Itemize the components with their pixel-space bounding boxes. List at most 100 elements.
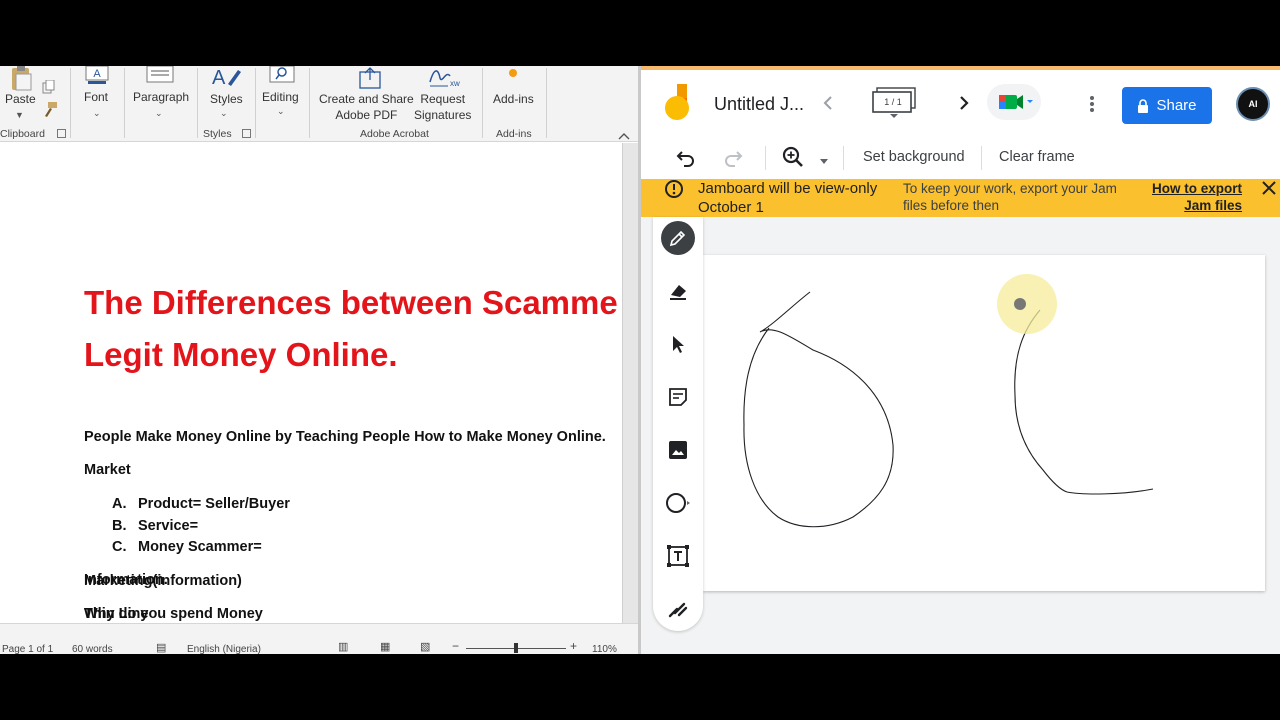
share-label: Share [1156,97,1197,114]
chevron-down-icon[interactable]: ▼ [15,110,24,120]
previous-frame-icon[interactable] [821,94,835,112]
language[interactable]: English (Nigeria) [187,644,261,654]
document-page[interactable]: The Differences between Scamme Legit Mon… [0,143,622,623]
next-frame-icon[interactable] [957,94,971,112]
format-painter-icon[interactable] [42,102,58,118]
word-window: Paste ▼ Clipboard A Font ⌄ Paragraph ⌄ A… [0,66,638,654]
list-item: A. Product= Seller/Buyer [112,496,290,512]
divider [546,68,547,138]
chevron-down-icon[interactable]: ⌄ [93,108,101,119]
create-pdf-icon[interactable] [356,66,384,90]
google-meet-button[interactable] [987,84,1041,120]
eraser-tool[interactable] [661,274,695,308]
doc-paragraph: Market [84,462,131,478]
divider [482,68,483,138]
addins-button[interactable]: Add-ins [493,92,534,106]
share-button[interactable]: Share [1122,87,1212,124]
google-meet-icon [999,95,1033,109]
editing-icon[interactable] [268,66,296,86]
screen: Paste ▼ Clipboard A Font ⌄ Paragraph ⌄ A… [0,0,1280,720]
select-tool[interactable] [661,327,695,361]
chevron-down-icon[interactable]: ⌄ [220,108,228,119]
document-scrollbar[interactable] [622,143,638,623]
drawn-stroke [743,291,894,528]
avatar[interactable]: AI [1236,87,1270,121]
text-box-icon [667,545,689,567]
copy-icon[interactable] [42,79,56,94]
redo-icon[interactable] [723,147,743,167]
shape-tool[interactable] [661,486,695,520]
image-icon [669,441,687,459]
create-share-label-1: Create and Share [319,92,414,106]
paragraph-icon[interactable] [146,66,174,86]
undo-icon[interactable] [676,147,696,167]
sticky-note-tool[interactable] [661,380,695,414]
zoom-level[interactable]: 110% [592,644,617,654]
list-item-text: Money Scammer= [138,539,262,555]
pen-tool[interactable] [661,221,695,255]
svg-text:A: A [212,67,226,88]
how-to-export-link[interactable]: How to export Jam files [1141,180,1242,214]
banner-headline: Jamboard will be view-only October 1 [698,180,878,216]
styles-icon[interactable]: A [210,66,242,89]
zoom-dropdown-icon[interactable] [819,153,829,164]
list-marker: B. [112,518,127,534]
laser-tool[interactable] [661,592,695,626]
whiteboard-frame[interactable] [703,255,1265,591]
request-label-1: Request [420,92,466,106]
laser-icon [668,602,688,618]
doc-title-line-1: The Differences between Scamme [84,284,618,321]
paragraph-button[interactable]: Paragraph [133,90,189,104]
spelling-icon[interactable]: ▤ [156,641,166,654]
tool-rail [653,217,703,631]
zoom-slider-thumb[interactable] [514,643,518,653]
clipboard-group-label: Clipboard [0,128,45,140]
more-options-icon[interactable] [1088,94,1096,114]
drawn-stroke [1014,309,1154,495]
read-mode-icon[interactable]: ▥ [338,640,348,653]
doc-title-line-2: Legit Money Online. [84,336,398,373]
close-icon[interactable] [1261,180,1277,196]
set-background-button[interactable]: Set background [863,149,965,165]
frame-bar-button[interactable]: 1 / 1 [871,86,919,118]
zoom-icon[interactable] [782,146,804,168]
chevron-down-icon[interactable]: ⌄ [277,106,285,117]
clear-frame-button[interactable]: Clear frame [999,149,1075,165]
deprecation-banner: Jamboard will be view-only October 1 To … [641,179,1280,217]
signature-icon[interactable]: xw [428,66,462,88]
drawing-canvas[interactable] [703,255,1265,591]
image-tool[interactable] [661,433,695,467]
jam-title[interactable]: Untitled J... [714,94,804,115]
print-layout-icon[interactable]: ▦ [380,640,390,653]
text-box-tool[interactable] [661,539,695,573]
page-count[interactable]: Page 1 of 1 [2,644,53,654]
zoom-out-icon[interactable]: − [452,639,459,653]
chevron-down-icon[interactable]: ⌄ [155,108,163,119]
word-ribbon: Paste ▼ Clipboard A Font ⌄ Paragraph ⌄ A… [0,66,638,142]
request-signatures-button[interactable]: Request Signatures [414,91,471,123]
list-item: B. Service= [112,518,198,534]
addins-icon[interactable] [508,66,518,77]
doc-paragraph: People Make Money Online by Teaching Peo… [84,429,606,445]
collapse-ribbon-icon[interactable] [617,128,631,140]
dialog-launcher-icon[interactable] [242,129,251,138]
web-layout-icon[interactable]: ▧ [420,640,430,653]
editing-button[interactable]: Editing [262,90,299,104]
styles-button[interactable]: Styles [210,92,243,106]
jam-header: Untitled J... 1 / 1 Share AI [641,70,1280,136]
create-share-pdf-button[interactable]: Create and Share Adobe PDF [319,91,414,123]
jamboard-logo-icon[interactable] [663,84,693,122]
word-count[interactable]: 60 words [72,644,113,654]
font-icon[interactable]: A [84,66,110,86]
divider [124,68,125,138]
cursor-arrow-icon [673,336,684,353]
dialog-launcher-icon[interactable] [57,129,66,138]
font-button[interactable]: Font [84,90,108,104]
paste-button[interactable]: Paste [5,92,36,106]
divider [981,146,982,170]
list-item: C. Money Scammer= [112,539,262,555]
addins-group-label: Add-ins [496,128,532,140]
sticky-note-icon [669,388,687,406]
paste-icon[interactable] [8,66,34,92]
zoom-in-icon[interactable]: + [570,639,577,653]
